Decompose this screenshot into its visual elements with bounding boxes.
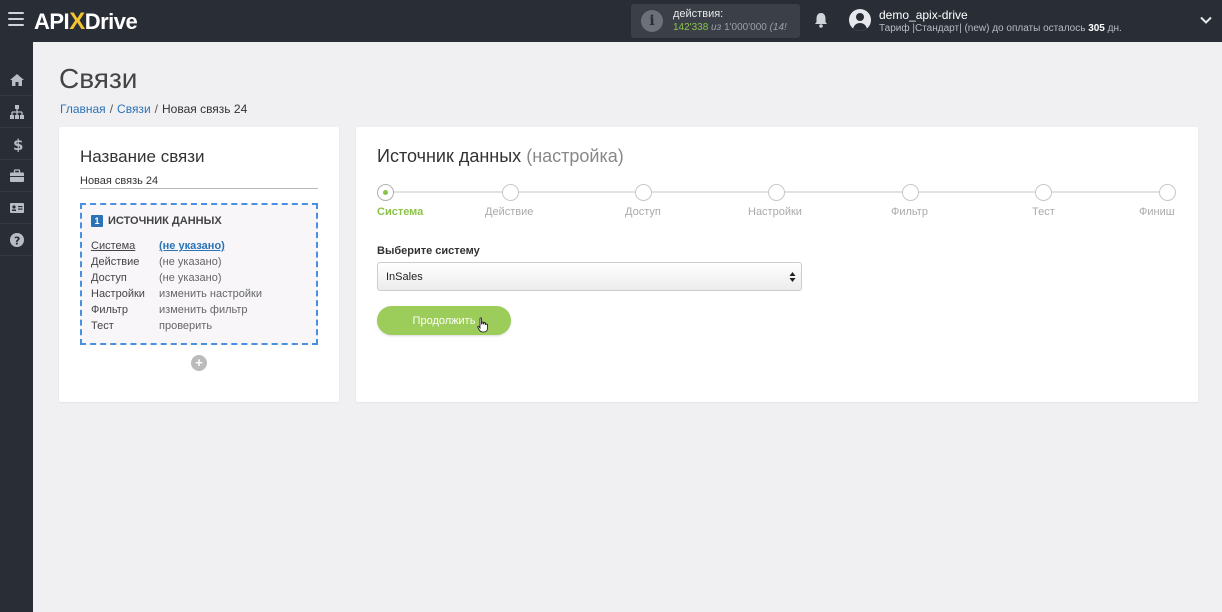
step-label-system[interactable]: Система [377,206,423,218]
system-select[interactable]: InSales [377,262,802,291]
step-dot-action[interactable] [502,184,519,201]
source-row-action: Действие (не указано) [91,256,262,272]
sidebar-item-billing[interactable]: $ [0,128,33,160]
source-row-key: Действие [91,256,140,268]
heading-sub: (настройка) [526,146,624,166]
source-row-system: Система (не указано) [91,240,262,256]
step-dot-settings[interactable] [768,184,785,201]
source-row-key: Тест [91,320,114,332]
breadcrumb-separator: / [154,102,158,116]
source-row-key: Фильтр [91,304,128,316]
info-icon: i [641,10,663,32]
source-row-value[interactable]: (не указано) [159,240,225,256]
connection-card: Название связи 1 ИСТОЧНИК ДАННЫХ Система… [59,127,339,402]
logo-text-api: API [34,9,70,34]
logo-text-x: X [69,8,85,35]
source-row-access: Доступ (не указано) [91,272,262,288]
source-row-key: Настройки [91,288,145,300]
continue-button[interactable]: Продолжить [377,306,511,335]
svg-text:?: ? [14,234,20,247]
step-dot-access[interactable] [635,184,652,201]
add-block-button[interactable]: + [191,355,207,371]
breadcrumb-home-link[interactable]: Главная [60,102,106,116]
tariff-days: 305 [1088,23,1105,34]
step-label-settings[interactable]: Настройки [748,206,802,218]
sidebar-item-profile[interactable] [0,192,33,224]
step-label-finish[interactable]: Финиш [1139,206,1175,218]
source-row-filter: Фильтр изменить фильтр [91,304,262,320]
breadcrumb-separator: / [109,102,114,116]
heading-main: Источник данных [377,146,522,166]
hamburger-menu-icon[interactable] [8,12,24,28]
step-label-filter[interactable]: Фильтр [891,206,928,218]
tariff-info: Тариф |Стандарт| (new) до оплаты осталос… [879,23,1122,34]
page-title: Связи [59,63,138,94]
tariff-prefix: Тариф |Стандарт| (new) до оплаты осталос… [879,23,1089,34]
step-label-action[interactable]: Действие [485,206,533,218]
source-row-key[interactable]: Система [91,240,159,256]
id-card-icon [9,202,24,213]
logo[interactable]: APIXDrive [34,8,138,36]
home-icon [9,73,24,86]
sitemap-icon [9,104,24,119]
actions-sep: из [708,22,725,33]
connection-name-heading: Название связи [80,147,205,166]
logo-text-drive: Drive [84,9,138,34]
data-source-block[interactable]: 1 ИСТОЧНИК ДАННЫХ Система (не указано) Д… [80,203,318,345]
breadcrumb: Главная / Связи / Новая связь 24 [60,102,247,116]
source-row-value: (не указано) [159,256,222,268]
help-icon: ? [9,232,24,247]
select-system-label: Выберите систему [377,245,480,257]
step-dot-system[interactable] [377,184,394,201]
actions-label: действия: [673,8,724,20]
system-select-value: InSales [386,271,423,283]
dollar-icon: $ [13,136,23,152]
step-label-access[interactable]: Доступ [625,206,661,218]
sidebar-item-help[interactable]: ? [0,224,33,256]
step-label-test[interactable]: Тест [1032,206,1055,218]
username[interactable]: demo_apix-drive [879,8,968,22]
actions-total: 1'000'000 [724,22,767,33]
step-dot-test[interactable] [1035,184,1052,201]
source-row-settings: Настройки изменить настройки [91,288,262,304]
tariff-suffix: дн. [1104,23,1122,34]
sidebar: $ ? [0,42,33,612]
breadcrumb-current: Новая связь 24 [161,102,248,116]
source-row-value: (не указано) [159,272,222,284]
step-dot-filter[interactable] [902,184,919,201]
source-row-value[interactable]: изменить фильтр [159,304,248,320]
sidebar-item-tools[interactable] [0,160,33,192]
sidebar-item-structure[interactable] [0,96,33,128]
source-row-value[interactable]: изменить настройки [159,288,262,304]
select-arrows-icon [789,272,796,282]
source-row-test: Тест проверить [91,320,262,336]
chevron-down-icon[interactable] [1199,13,1213,27]
source-row-value[interactable]: проверить [159,320,212,336]
actions-count: 142'338 из 1'000'000 (14! [673,22,795,33]
svg-text:$: $ [13,136,23,152]
data-source-header: 1 ИСТОЧНИК ДАННЫХ [91,215,222,227]
top-bar: APIXDrive i действия: 142'338 из 1'000'0… [0,0,1222,42]
briefcase-icon [9,168,24,182]
data-source-rows: Система (не указано) Действие (не указан… [91,240,262,336]
connection-name-input[interactable] [80,173,318,189]
actions-used: 142'338 [673,22,709,33]
source-setup-card: Источник данных (настройка) Система Дейс… [356,127,1198,402]
sidebar-item-home[interactable] [0,64,33,96]
breadcrumb-connections-link[interactable]: Связи [117,102,151,116]
data-source-title: ИСТОЧНИК ДАННЫХ [108,215,222,227]
step-number-badge: 1 [91,215,103,227]
source-setup-heading: Источник данных (настройка) [377,146,624,167]
source-row-key: Доступ [91,272,127,284]
bell-icon[interactable] [812,11,830,29]
step-dot-finish[interactable] [1159,184,1176,201]
actions-counter[interactable]: i действия: 142'338 из 1'000'000 (14! [631,4,800,38]
avatar-icon[interactable] [849,9,871,31]
actions-extra: (14! [766,22,787,33]
